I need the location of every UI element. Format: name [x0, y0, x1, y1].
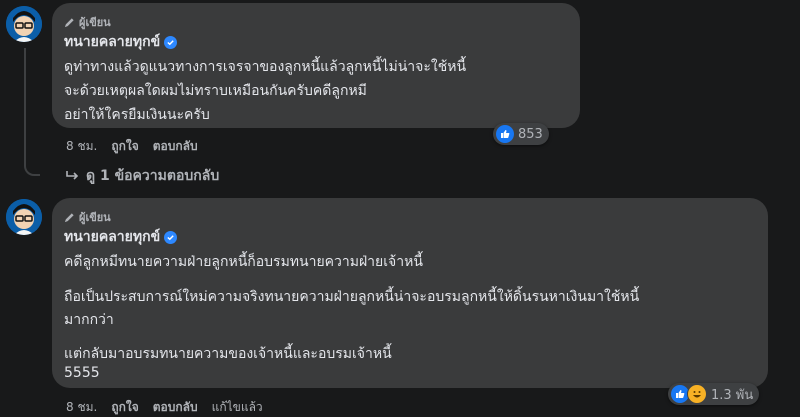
verified-icon: [164, 230, 178, 244]
author-badge-label: ผู้เขียน: [79, 211, 111, 224]
avatar[interactable]: [6, 6, 42, 42]
view-replies-button[interactable]: ดู 1 ข้อความตอบกลับ: [66, 165, 219, 187]
comment-text-line: 5555: [64, 365, 100, 381]
comment-text-line: ถือเป็นประสบการณ์ใหม่ความจริงทนายความฝ่า…: [64, 289, 640, 305]
like-button[interactable]: ถูกใจ: [111, 137, 138, 156]
reply-button[interactable]: ตอบกลับ: [153, 398, 198, 417]
comment-text-line: มากกว่า: [64, 312, 114, 328]
author-badge: ผู้เขียน: [64, 13, 111, 31]
reaction-summary[interactable]: 853: [493, 123, 549, 145]
reaction-count: 853: [518, 126, 543, 142]
like-reaction-icon: [496, 125, 514, 143]
reaction-count: 1.3 พัน: [711, 387, 754, 403]
timestamp[interactable]: 8 ชม.: [66, 137, 97, 156]
comment-text-line: ดูท่าทางแล้วดูแนวทางการเจรจาของลูกหนี้แล…: [64, 59, 467, 75]
comment-text-line: อย่าให้ใครยืมเงินนะครับ: [64, 107, 210, 123]
verified-icon: [164, 35, 178, 49]
author-badge: ผู้เขียน: [64, 208, 111, 226]
author-badge-label: ผู้เขียน: [79, 16, 111, 29]
view-replies-label[interactable]: ดู 1 ข้อความตอบกลับ: [86, 165, 219, 187]
comment-bubble: ผู้เขียน ทนายคลายทุกข์ ดูท่าทางแล้วดูแนว…: [52, 3, 580, 128]
avatar-image: [6, 6, 42, 42]
reply-button[interactable]: ตอบกลับ: [153, 137, 198, 156]
author-name[interactable]: ทนายคลายทุกข์: [64, 226, 178, 248]
like-button[interactable]: ถูกใจ: [111, 398, 138, 417]
reply-arrow-icon: [66, 171, 79, 180]
comment-text-line: แต่กลับมาอบรมทนายความของเจ้าหนี้และอบรมเ…: [64, 346, 392, 362]
author-name-label[interactable]: ทนายคลายทุกข์: [64, 226, 160, 248]
pencil-icon: [64, 17, 74, 27]
comment-text-line: จะด้วยเหตุผลใดผมไม่ทราบเหมือนกันครับคดีล…: [64, 83, 367, 99]
timestamp[interactable]: 8 ชม.: [66, 398, 97, 417]
thread-line: [24, 48, 40, 176]
haha-reaction-icon: [687, 384, 707, 404]
author-name-label[interactable]: ทนายคลายทุกข์: [64, 31, 160, 53]
avatar[interactable]: [6, 199, 42, 235]
edited-label[interactable]: แก้ไขแล้ว: [212, 398, 263, 417]
comment-actions: 8 ชม. ถูกใจ ตอบกลับ: [66, 137, 198, 156]
reaction-summary[interactable]: 1.3 พัน: [668, 383, 760, 405]
author-name[interactable]: ทนายคลายทุกข์: [64, 31, 178, 53]
comment-text-line: คดีลูกหมีทนายความฝ่ายลูกหนี้ก็อบรมทนายคว…: [64, 254, 423, 270]
comment-actions: 8 ชม. ถูกใจ ตอบกลับ แก้ไขแล้ว: [66, 398, 263, 417]
comment-bubble: ผู้เขียน ทนายคลายทุกข์ คดีลูกหมีทนายความ…: [52, 198, 768, 388]
pencil-icon: [64, 212, 74, 222]
avatar-image: [6, 199, 42, 235]
